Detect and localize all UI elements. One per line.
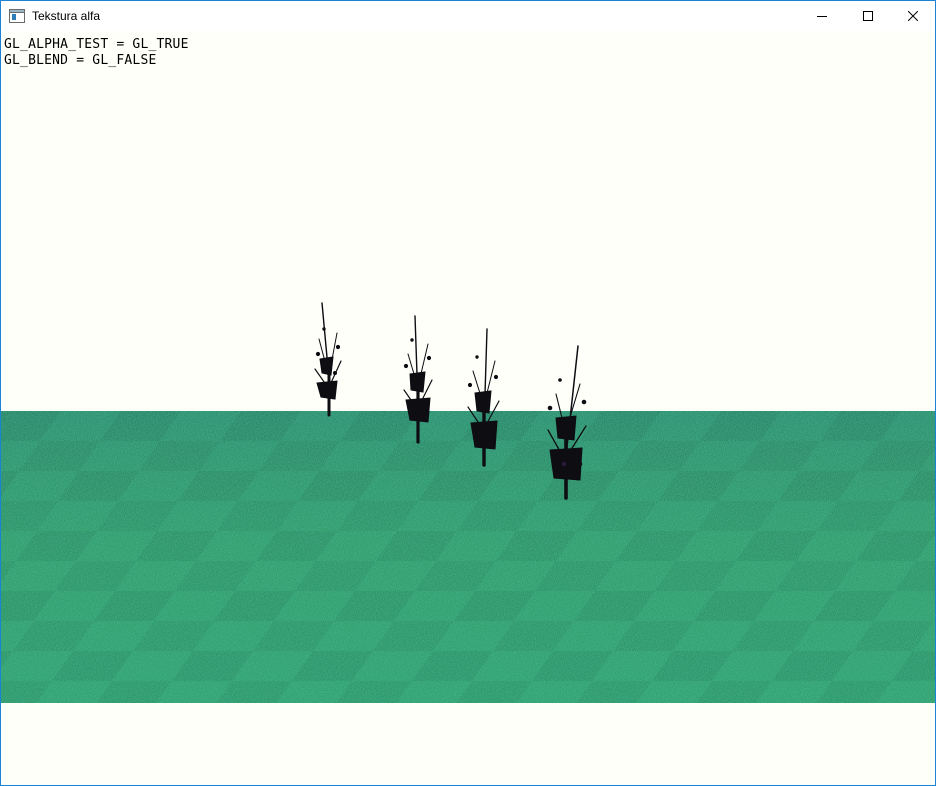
hud-blend: GL_BLEND = GL_FALSE	[4, 53, 157, 68]
maximize-button[interactable]	[845, 1, 891, 31]
app-icon[interactable]	[9, 9, 25, 23]
title-bar[interactable]: Tekstura alfa	[1, 1, 935, 31]
minimize-button[interactable]	[799, 1, 845, 31]
tree-sprite-1	[314, 302, 342, 417]
app-window: Tekstura alfa GL_ALPHA_TEST = GL_TRUE GL…	[0, 0, 936, 786]
tree-sprite-3	[467, 328, 500, 467]
tree-sprite-4	[547, 345, 587, 500]
close-icon	[908, 11, 918, 21]
hud-alpha-test: GL_ALPHA_TEST = GL_TRUE	[4, 37, 189, 52]
tree-sprite-2	[403, 315, 433, 444]
maximize-icon	[863, 11, 873, 21]
minimize-icon	[817, 16, 827, 17]
close-button[interactable]	[890, 1, 936, 31]
opengl-viewport[interactable]: GL_ALPHA_TEST = GL_TRUE GL_BLEND = GL_FA…	[1, 31, 935, 785]
window-title: Tekstura alfa	[32, 9, 101, 23]
